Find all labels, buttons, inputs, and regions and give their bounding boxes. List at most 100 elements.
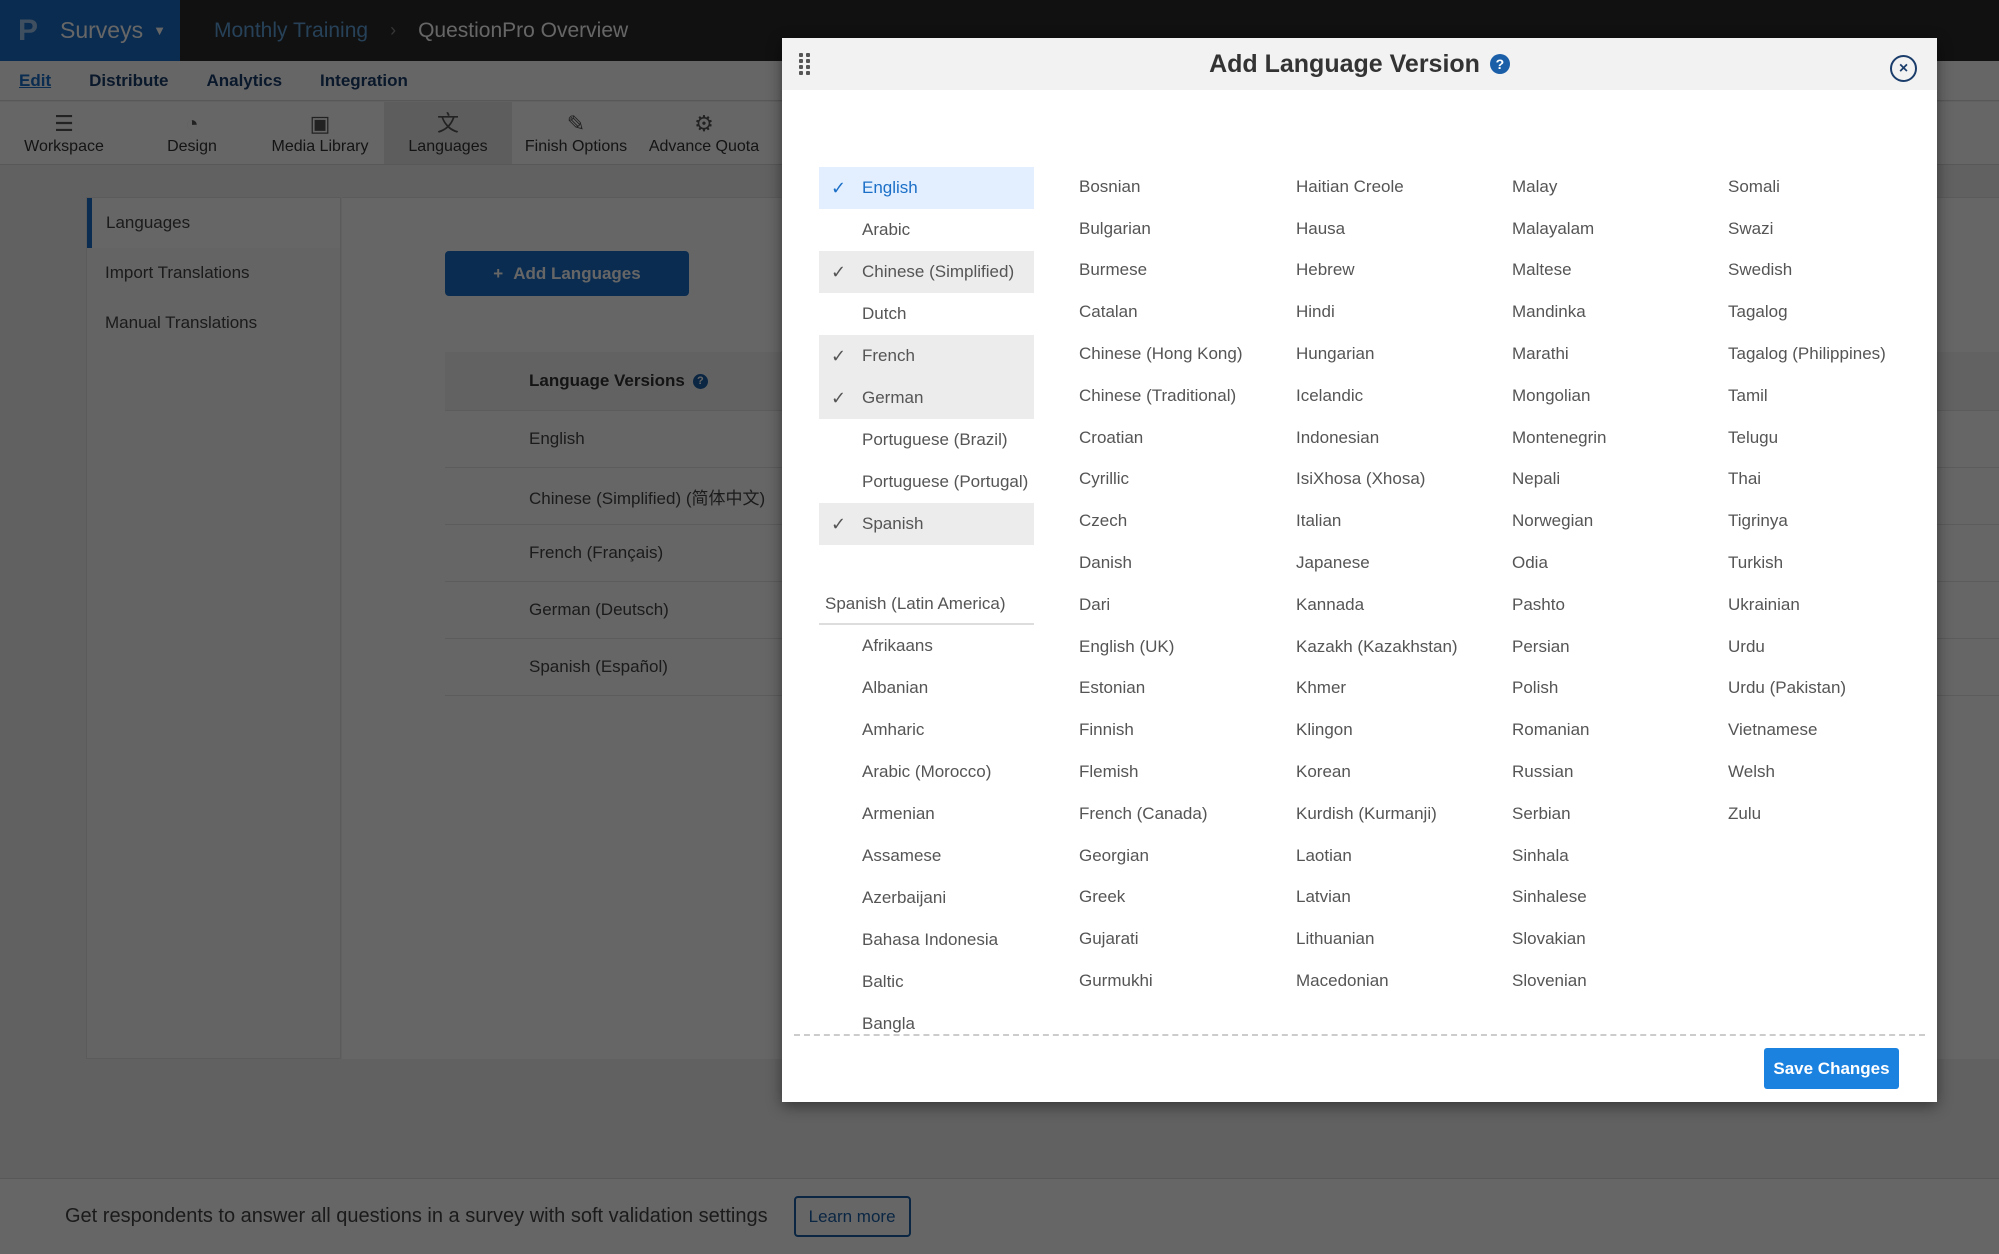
language-option[interactable]: Portuguese (Portugal) [819, 461, 1034, 503]
language-option[interactable]: Italian [1296, 500, 1506, 542]
close-icon[interactable]: × [1890, 55, 1917, 82]
language-option[interactable]: Vietnamese [1728, 709, 1938, 751]
language-option[interactable]: IsiXhosa (Xhosa) [1296, 459, 1506, 501]
language-option[interactable]: Arabic [819, 209, 1034, 251]
language-option[interactable]: Arabic (Morocco) [819, 751, 1034, 793]
language-option[interactable]: Latvian [1296, 877, 1506, 919]
language-option[interactable]: Slovakian [1512, 918, 1722, 960]
language-option[interactable]: Kurdish (Kurmanji) [1296, 793, 1506, 835]
language-option[interactable]: Persian [1512, 626, 1722, 668]
language-option[interactable]: Swazi [1728, 208, 1938, 250]
language-option[interactable]: Montenegrin [1512, 417, 1722, 459]
language-option[interactable]: Croatian [1079, 417, 1289, 459]
language-option[interactable]: Laotian [1296, 835, 1506, 877]
language-option[interactable]: Malay [1512, 166, 1722, 208]
language-option[interactable]: Indonesian [1296, 417, 1506, 459]
language-option[interactable]: Kazakh (Kazakhstan) [1296, 626, 1506, 668]
language-option[interactable]: ✓ Chinese (Simplified) [819, 251, 1034, 293]
language-option[interactable]: Sinhala [1512, 835, 1722, 877]
language-option[interactable]: Armenian [819, 793, 1034, 835]
language-option[interactable]: Estonian [1079, 668, 1289, 710]
language-option[interactable]: Urdu (Pakistan) [1728, 668, 1938, 710]
language-option[interactable]: Serbian [1512, 793, 1722, 835]
language-option[interactable]: Russian [1512, 751, 1722, 793]
language-option[interactable]: Malayalam [1512, 208, 1722, 250]
language-option[interactable]: Polish [1512, 668, 1722, 710]
language-option[interactable]: Maltese [1512, 250, 1722, 292]
language-option[interactable]: Flemish [1079, 751, 1289, 793]
language-option[interactable]: Icelandic [1296, 375, 1506, 417]
language-option[interactable]: Romanian [1512, 709, 1722, 751]
language-option[interactable]: Dari [1079, 584, 1289, 626]
language-option[interactable]: Marathi [1512, 333, 1722, 375]
language-option[interactable]: Japanese [1296, 542, 1506, 584]
language-option[interactable]: Hungarian [1296, 333, 1506, 375]
language-option[interactable]: ✓ English [819, 167, 1034, 209]
language-option[interactable]: Zulu [1728, 793, 1938, 835]
language-option[interactable]: Pashto [1512, 584, 1722, 626]
language-option[interactable]: Bangla [819, 1003, 1034, 1045]
language-option[interactable]: Amharic [819, 709, 1034, 751]
language-option[interactable]: Hausa [1296, 208, 1506, 250]
help-icon[interactable]: ? [1489, 54, 1510, 74]
language-option[interactable]: Mandinka [1512, 291, 1722, 333]
language-option[interactable]: Hebrew [1296, 250, 1506, 292]
language-option[interactable]: Korean [1296, 751, 1506, 793]
language-option[interactable]: Thai [1728, 459, 1938, 501]
language-option[interactable]: Bahasa Indonesia [819, 919, 1034, 961]
language-option[interactable]: Kannada [1296, 584, 1506, 626]
language-option[interactable]: Gurmukhi [1079, 960, 1289, 1002]
language-option[interactable]: Norwegian [1512, 500, 1722, 542]
language-option[interactable]: Dutch [819, 293, 1034, 335]
language-option[interactable]: Tigrinya [1728, 500, 1938, 542]
language-option[interactable]: Mongolian [1512, 375, 1722, 417]
language-option[interactable]: Tamil [1728, 375, 1938, 417]
language-option[interactable]: Ukrainian [1728, 584, 1938, 626]
language-option[interactable]: Chinese (Hong Kong) [1079, 333, 1289, 375]
language-option[interactable]: Tagalog [1728, 291, 1938, 333]
language-option[interactable]: French (Canada) [1079, 793, 1289, 835]
language-option[interactable]: Spanish (Latin America) [819, 585, 1034, 625]
language-option[interactable]: Chinese (Traditional) [1079, 375, 1289, 417]
language-option[interactable]: Czech [1079, 500, 1289, 542]
language-option[interactable]: Swedish [1728, 250, 1938, 292]
language-option[interactable]: ✓ German [819, 377, 1034, 419]
language-option[interactable]: Slovenian [1512, 960, 1722, 1002]
language-option[interactable]: Albanian [819, 667, 1034, 709]
language-option[interactable]: Burmese [1079, 250, 1289, 292]
language-option[interactable]: Somali [1728, 166, 1938, 208]
language-option[interactable]: Georgian [1079, 835, 1289, 877]
language-option[interactable]: Haitian Creole [1296, 166, 1506, 208]
language-option[interactable]: Lithuanian [1296, 918, 1506, 960]
language-option[interactable]: Urdu [1728, 626, 1938, 668]
language-option[interactable]: Azerbaijani [819, 877, 1034, 919]
language-option[interactable]: Bosnian [1079, 166, 1289, 208]
language-option[interactable]: Welsh [1728, 751, 1938, 793]
language-option[interactable]: ✓ Spanish [819, 503, 1034, 545]
language-option[interactable]: Turkish [1728, 542, 1938, 584]
save-changes-button[interactable]: Save Changes [1764, 1048, 1899, 1089]
language-option[interactable]: Hindi [1296, 291, 1506, 333]
language-option[interactable]: Khmer [1296, 668, 1506, 710]
language-option[interactable]: Baltic [819, 961, 1034, 1003]
language-option[interactable]: Telugu [1728, 417, 1938, 459]
language-option[interactable]: Finnish [1079, 709, 1289, 751]
language-option[interactable]: Assamese [819, 835, 1034, 877]
language-option[interactable]: Macedonian [1296, 960, 1506, 1002]
language-option[interactable]: Greek [1079, 877, 1289, 919]
language-option[interactable]: Klingon [1296, 709, 1506, 751]
language-option[interactable]: Catalan [1079, 291, 1289, 333]
language-option[interactable]: ✓ French [819, 335, 1034, 377]
language-option[interactable]: Sinhalese [1512, 877, 1722, 919]
language-option[interactable]: Cyrillic [1079, 459, 1289, 501]
language-option[interactable]: Gujarati [1079, 918, 1289, 960]
drag-handle-icon[interactable] [799, 53, 811, 75]
language-option[interactable]: Tagalog (Philippines) [1728, 333, 1938, 375]
language-option[interactable]: Danish [1079, 542, 1289, 584]
language-option[interactable]: Bulgarian [1079, 208, 1289, 250]
language-option[interactable]: Nepali [1512, 459, 1722, 501]
language-option[interactable]: Portuguese (Brazil) [819, 419, 1034, 461]
language-option[interactable]: Afrikaans [819, 625, 1034, 667]
language-option[interactable]: Odia [1512, 542, 1722, 584]
language-option[interactable]: English (UK) [1079, 626, 1289, 668]
